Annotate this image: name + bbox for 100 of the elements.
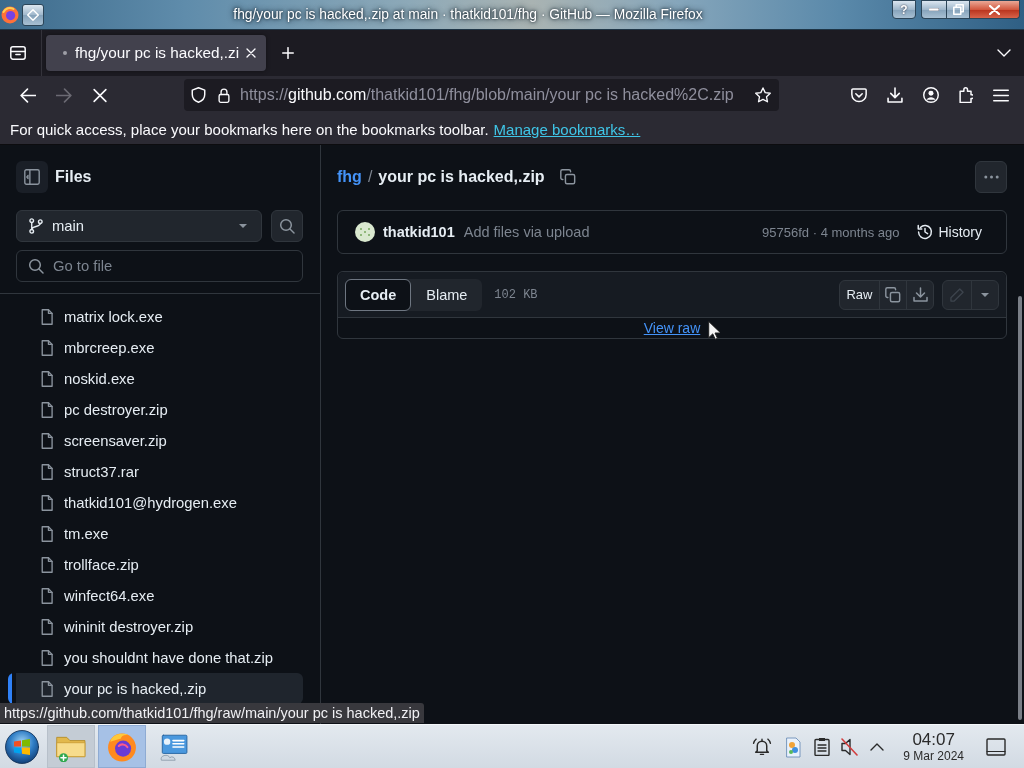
file-item[interactable]: tm.exe [8, 518, 303, 549]
clock-time[interactable]: 04:07 [912, 731, 955, 748]
view-tab[interactable]: Code [345, 278, 412, 311]
clock-date[interactable]: 9 Mar 2024 [903, 750, 964, 762]
file-title: your pc is hacked,.zip [378, 168, 545, 186]
file-item[interactable]: struct37.rar [8, 456, 303, 487]
history-icon [917, 224, 934, 240]
file-item[interactable]: winfect64.exe [8, 580, 303, 611]
file-item[interactable]: mbrcreep.exe [8, 332, 303, 363]
bookmarks-hint: For quick access, place your bookmarks here on the bookmarks toolbar. [10, 120, 489, 138]
branch-select[interactable]: main [16, 210, 262, 242]
file-icon [41, 401, 53, 418]
document-icon[interactable] [783, 735, 804, 758]
sidebar-title: Files [55, 168, 92, 186]
browser-tab[interactable]: fhg/your pc is hacked,.zi [46, 35, 266, 71]
search-button[interactable] [271, 210, 303, 242]
repo-link[interactable]: fhg [337, 168, 362, 186]
search-icon [279, 218, 295, 234]
copy-icon [885, 286, 901, 303]
account-icon[interactable] [923, 87, 939, 103]
avatar-icon [355, 222, 375, 242]
view-raw-link[interactable]: View raw [643, 320, 701, 336]
cursor-icon [708, 321, 720, 340]
back-icon[interactable] [20, 87, 36, 103]
window-title: fhg/your pc is hacked,.zip at main · thatkid101/fhg · GitHub — Mozilla Firefox [232, 6, 704, 24]
sidebar-toggle-button[interactable] [16, 161, 48, 193]
file-icon [41, 463, 53, 480]
file-item[interactable]: trollface.zip [8, 549, 303, 580]
more-button[interactable] [975, 161, 1007, 193]
caret-down-icon [981, 292, 989, 297]
go-to-file-field[interactable]: Go to file [16, 250, 303, 282]
chevron-down-icon[interactable] [997, 49, 1011, 57]
browser-logo-icon [1, 5, 19, 24]
file-icon [41, 680, 53, 697]
history-button[interactable]: History [909, 218, 990, 246]
commit-info: 95756fd · 4 months ago [762, 224, 900, 240]
bookmark-star-icon[interactable] [755, 87, 771, 103]
browser-icon [107, 731, 137, 762]
caret-down-icon [239, 224, 247, 228]
address-bar[interactable]: https://github.com/thatkid101/fhg/blob/main/your pc is hacked%2C.zip [184, 79, 779, 111]
chevron-up-icon[interactable] [870, 742, 885, 751]
ellipsis-icon [983, 175, 999, 179]
clipboard-icon[interactable] [814, 737, 831, 756]
copy-icon[interactable] [559, 169, 576, 185]
stop-icon[interactable] [92, 87, 108, 103]
file-icon [41, 339, 53, 356]
file-icon [41, 618, 53, 635]
file-item[interactable]: screensaver.zip [8, 425, 303, 456]
manage-bookmarks-link[interactable]: Manage bookmarks… [493, 120, 641, 138]
pocket-icon[interactable] [851, 87, 867, 103]
file-item[interactable]: matrix lock.exe [8, 301, 303, 332]
lock-icon[interactable] [218, 87, 230, 103]
alarm-bell-icon[interactable] [752, 736, 773, 757]
file-icon [41, 525, 53, 542]
shield-icon[interactable] [191, 87, 206, 103]
close-icon [989, 4, 1000, 15]
file-icon [41, 432, 53, 449]
taskbar-button[interactable] [98, 725, 146, 768]
diamond-icon [27, 8, 39, 21]
file-item[interactable]: you shouldnt have done that.zip [8, 642, 303, 673]
speaker-muted-icon[interactable] [841, 737, 860, 756]
file-item[interactable]: thatkid101@hydrogen.exe [8, 487, 303, 518]
close-button[interactable] [970, 0, 1020, 19]
author-link[interactable]: thatkid101 [383, 224, 455, 240]
branch-icon [29, 218, 43, 234]
breadcrumb-separator: / [367, 168, 373, 186]
pencil-icon [950, 287, 964, 302]
show-desktop-button[interactable] [986, 736, 1006, 757]
file-icon [41, 308, 53, 325]
restore-icon [952, 4, 964, 15]
file-icon [41, 587, 53, 604]
link-status-tooltip: https://github.com/thatkid101/fhg/raw/main/your pc is hacked,.zip [0, 703, 424, 723]
file-item[interactable]: your pc is hacked,.zip [8, 673, 303, 704]
minimize-button[interactable] [921, 0, 946, 19]
tab-list-icon[interactable] [10, 46, 26, 60]
download-icon [912, 287, 928, 302]
download-icon[interactable] [887, 87, 903, 103]
file-item[interactable]: noskid.exe [8, 363, 303, 394]
file-icon [41, 494, 53, 511]
restore-button[interactable] [946, 0, 970, 19]
file-item[interactable]: pc destroyer.zip [8, 394, 303, 425]
title-bar-button[interactable] [22, 3, 44, 26]
new-tab-icon[interactable] [282, 47, 294, 59]
file-icon [41, 370, 53, 387]
search-icon [28, 258, 44, 274]
file-icon [41, 649, 53, 666]
panel-icon [24, 169, 40, 185]
dot-icon [63, 51, 67, 55]
file-size: 102 KB [494, 287, 538, 302]
view-tab[interactable]: Blame [411, 278, 483, 311]
minimize-icon [929, 8, 939, 11]
start-orb-icon [5, 729, 39, 764]
scrollbar-thumb[interactable] [1018, 296, 1022, 720]
commit-message-link[interactable]: Add files via upload [463, 224, 590, 240]
file-icon [41, 556, 53, 573]
menu-icon[interactable] [993, 88, 1009, 102]
extensions-icon[interactable] [959, 87, 973, 103]
file-item[interactable]: wininit destroyer.zip [8, 611, 303, 642]
window-icon [986, 737, 1006, 756]
close-tab-icon[interactable] [246, 48, 256, 58]
